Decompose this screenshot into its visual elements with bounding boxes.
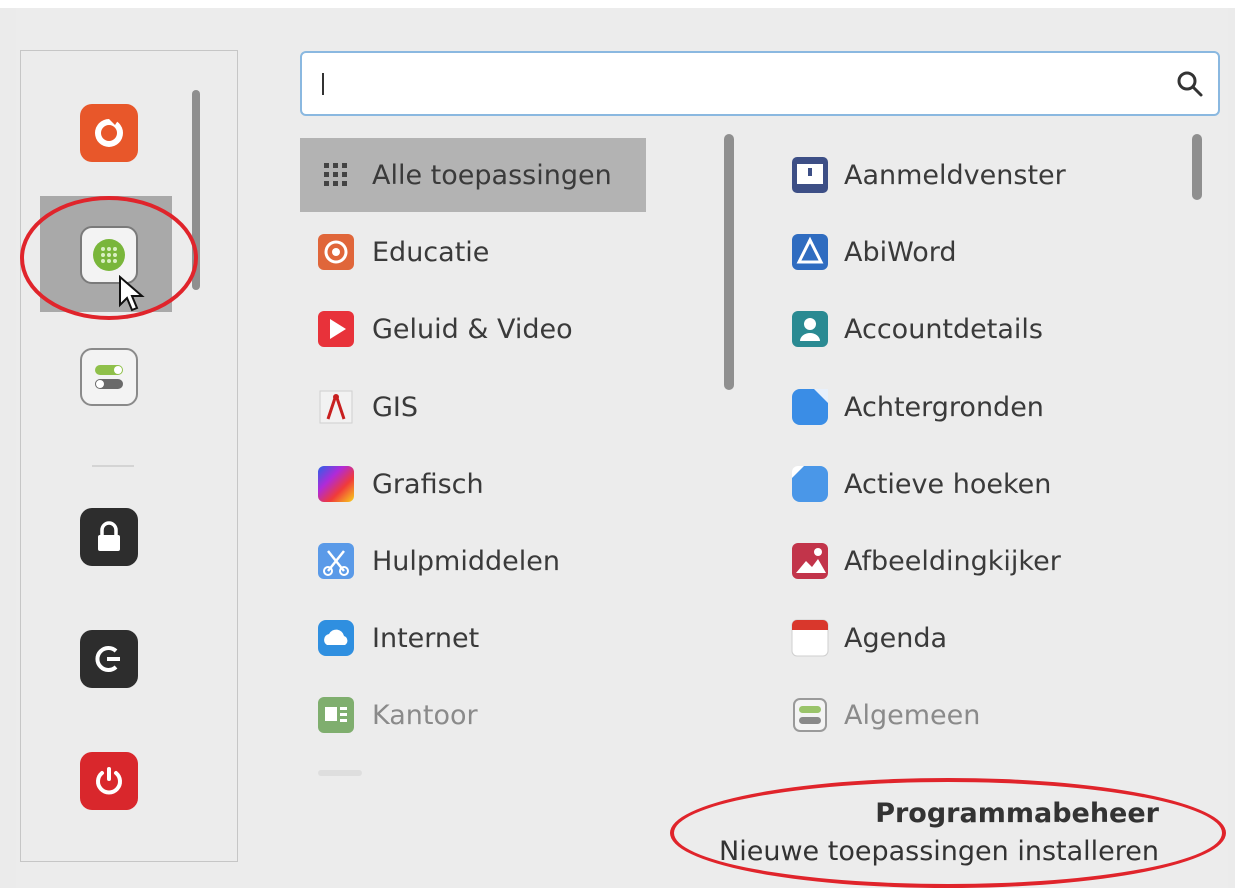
scissors-icon [316, 541, 356, 581]
account-icon [788, 307, 832, 351]
play-icon [316, 309, 356, 349]
category-list-overflow [318, 770, 362, 776]
lock-icon [98, 521, 120, 551]
app-aanmeldvenster[interactable]: Aanmeldvenster [780, 138, 1200, 212]
app-abiword[interactable]: AbiWord [780, 215, 1200, 289]
category-hulpmiddelen[interactable]: Hulpmiddelen [300, 524, 646, 598]
category-geluid-video[interactable]: Geluid & Video [300, 292, 646, 366]
app-label: Algemeen [844, 699, 981, 731]
category-label: GIS [372, 391, 419, 423]
sidebar-separator [92, 465, 134, 467]
app-label: Actieve hoeken [844, 468, 1052, 500]
app-algemeen[interactable]: Algemeen [780, 678, 1200, 752]
annotation-circle-sidebar [20, 196, 198, 320]
category-gis[interactable]: GIS [300, 370, 646, 444]
app-achtergronden[interactable]: Achtergronden [780, 370, 1200, 444]
cloud-icon [316, 618, 356, 658]
app-label: Achtergronden [844, 391, 1044, 423]
category-grafisch[interactable]: Grafisch [300, 447, 646, 521]
app-accountdetails[interactable]: Accountdetails [780, 292, 1200, 366]
categories-scrollbar[interactable] [724, 134, 734, 390]
orange-circle-arrow-icon [95, 119, 123, 147]
sidebar-item-shutdown[interactable] [80, 752, 138, 810]
logout-icon [95, 646, 120, 672]
backgrounds-icon [788, 385, 832, 429]
power-icon [96, 767, 122, 795]
calendar-icon [788, 616, 832, 660]
hot-corners-icon [788, 462, 832, 506]
category-label: Educatie [372, 236, 490, 268]
app-afbeeldingkijker[interactable]: Afbeeldingkijker [780, 524, 1200, 598]
general-settings-icon [788, 693, 832, 737]
app-actieve-hoeken[interactable]: Actieve hoeken [780, 447, 1200, 521]
category-label: Hulpmiddelen [372, 545, 560, 577]
app-agenda[interactable]: Agenda [780, 601, 1200, 675]
category-label: Geluid & Video [372, 313, 573, 345]
search-bar[interactable] [300, 51, 1220, 116]
app-label: AbiWord [844, 236, 957, 268]
compass-icon [316, 387, 356, 427]
app-label: Agenda [844, 622, 948, 654]
sidebar [20, 50, 238, 862]
login-window-icon [788, 153, 832, 197]
office-icon [316, 695, 356, 735]
app-label: Afbeeldingkijker [844, 545, 1061, 577]
category-alle-toepassingen[interactable]: Alle toepassingen [300, 138, 646, 212]
sidebar-item-lock-screen[interactable] [80, 508, 138, 566]
sidebar-item-system-settings[interactable] [80, 348, 138, 406]
app-label: Accountdetails [844, 313, 1043, 345]
image-viewer-icon [788, 539, 832, 583]
category-label: Kantoor [372, 699, 478, 731]
education-icon [316, 232, 356, 272]
abiword-icon [788, 230, 832, 274]
grid-dots-icon [316, 155, 356, 195]
category-internet[interactable]: Internet [300, 601, 646, 675]
toggle-switches-icon [95, 365, 123, 389]
apps-scrollbar[interactable] [1192, 134, 1202, 200]
category-label: Internet [372, 622, 480, 654]
app-label: Aanmeldvenster [844, 159, 1066, 191]
category-label: Grafisch [372, 468, 484, 500]
sidebar-item-favorite-app[interactable] [80, 104, 138, 162]
category-educatie[interactable]: Educatie [300, 215, 646, 289]
top-band [0, 0, 1235, 8]
search-icon[interactable] [1176, 70, 1204, 98]
sidebar-item-logout[interactable] [80, 630, 138, 688]
mouse-pointer-icon [119, 275, 145, 312]
gradient-icon [316, 464, 356, 504]
text-caret [322, 73, 324, 95]
category-kantoor[interactable]: Kantoor [300, 678, 646, 752]
search-input[interactable] [330, 67, 1154, 103]
category-label: Alle toepassingen [372, 159, 612, 191]
annotation-circle-description [670, 778, 1226, 888]
